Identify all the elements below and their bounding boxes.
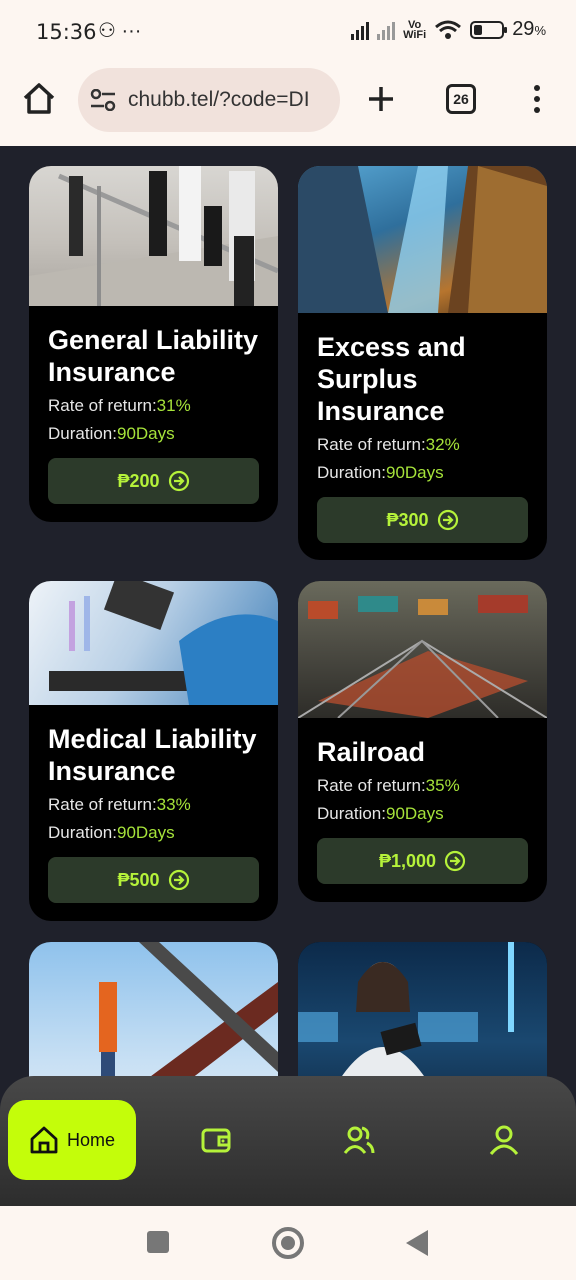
status-right: Vo WiFi 29% — [351, 18, 546, 41]
duration-value: 90Days — [385, 463, 444, 482]
card-body: Railroad Rate of return:35% Duration:90D… — [298, 718, 547, 884]
rate-value: 33% — [156, 795, 191, 814]
product-title: Railroad — [317, 737, 426, 767]
duration-label: Duration: — [48, 424, 117, 443]
back-icon[interactable] — [406, 1230, 428, 1256]
signal-icon — [351, 20, 370, 40]
product-card: Medical Liability Insurance Rate of retu… — [29, 581, 278, 921]
rate-of-return: Rate of return:33% — [48, 795, 259, 815]
team-icon[interactable] — [343, 1124, 375, 1156]
product-image-microscope — [29, 581, 278, 705]
invest-button[interactable]: ₱200 — [48, 458, 259, 504]
rate-value: 35% — [425, 776, 460, 795]
duration: Duration:90Days — [317, 463, 528, 483]
card-body: Excess and Surplus Insurance Rate of ret… — [298, 313, 547, 543]
product-title: Excess and Surplus Insurance — [317, 332, 466, 426]
rate-of-return: Rate of return:35% — [317, 776, 528, 796]
bottom-navigation: Home — [0, 1076, 576, 1206]
rate-value: 32% — [425, 435, 460, 454]
product-title: General Liability Insurance — [48, 325, 259, 387]
url-text: chubb.tel/?code=DI — [128, 88, 310, 111]
battery-level: 29% — [512, 18, 546, 41]
product-list: General Liability Insurance Rate of retu… — [0, 146, 576, 1204]
arrow-right-circle-icon — [168, 470, 189, 492]
rate-of-return: Rate of return:32% — [317, 435, 528, 455]
product-image-skyscrapers — [298, 166, 547, 313]
rate-value: 31% — [156, 396, 191, 415]
card-body: Medical Liability Insurance Rate of retu… — [29, 705, 278, 903]
system-navigation — [0, 1206, 576, 1280]
rate-label: Rate of return: — [317, 435, 426, 454]
duration-value: 90Days — [116, 823, 175, 842]
duration-value: 90Days — [385, 804, 444, 823]
arrow-right-circle-icon — [168, 869, 189, 891]
duration-label: Duration: — [48, 823, 117, 842]
vowifi-bottom: WiFi — [403, 28, 427, 41]
invest-button[interactable]: ₱500 — [48, 857, 259, 903]
profile-icon[interactable] — [488, 1124, 520, 1156]
product-card: General Liability Insurance Rate of retu… — [29, 166, 278, 522]
status-time: 15:36 — [36, 20, 97, 44]
arrow-right-circle-icon — [444, 850, 466, 872]
vowifi-icon: Vo WiFi — [403, 18, 427, 41]
card-body: General Liability Insurance Rate of retu… — [29, 306, 278, 504]
home-icon — [30, 1126, 58, 1154]
product-image-rail-yard — [298, 581, 547, 718]
battery-unit: % — [534, 23, 546, 38]
notification-icons: ⚇ ··· — [98, 20, 142, 42]
rate-label: Rate of return: — [48, 795, 157, 814]
duration: Duration:90Days — [317, 804, 528, 824]
product-card: Railroad Rate of return:35% Duration:90D… — [298, 581, 547, 902]
battery-icon — [470, 20, 508, 39]
new-tab-icon[interactable] — [366, 84, 396, 114]
duration-label: Duration: — [317, 804, 386, 823]
recents-icon[interactable] — [147, 1231, 169, 1253]
rate-label: Rate of return: — [317, 776, 426, 795]
home-circle-icon[interactable] — [272, 1227, 304, 1259]
arrow-right-circle-icon — [437, 509, 458, 531]
status-bar: 15:36 ⚇ ··· Vo WiFi 29% — [0, 0, 576, 62]
duration: Duration:90Days — [48, 424, 259, 444]
price-label: ₱300 — [386, 509, 429, 530]
rate-of-return: Rate of return:31% — [48, 396, 259, 416]
nav-home-label: Home — [66, 1129, 115, 1150]
invest-button[interactable]: ₱300 — [317, 497, 528, 543]
invest-button[interactable]: ₱1,000 — [317, 838, 528, 884]
rate-label: Rate of return: — [48, 396, 157, 415]
price-label: ₱200 — [117, 470, 160, 491]
browser-toolbar: chubb.tel/?code=DI 26 — [0, 62, 576, 146]
duration: Duration:90Days — [48, 823, 259, 843]
product-card: Excess and Surplus Insurance Rate of ret… — [298, 166, 547, 560]
battery-percent: 29 — [512, 18, 535, 40]
site-settings-icon[interactable] — [90, 89, 116, 111]
more-menu-icon[interactable] — [530, 84, 544, 114]
price-label: ₱1,000 — [378, 850, 437, 871]
duration-label: Duration: — [317, 463, 386, 482]
price-label: ₱500 — [117, 869, 160, 890]
signal-2-icon — [377, 20, 396, 40]
tab-switcher-button[interactable]: 26 — [446, 84, 476, 114]
duration-value: 90Days — [116, 424, 175, 443]
wallet-icon[interactable] — [200, 1124, 232, 1156]
product-image-office-stairs — [29, 166, 278, 306]
vowifi-top: Vo — [408, 18, 422, 31]
product-title: Medical Liability Insurance — [48, 724, 257, 786]
wifi-icon — [435, 20, 462, 39]
home-icon[interactable] — [22, 82, 56, 116]
address-bar[interactable]: chubb.tel/?code=DI — [78, 68, 340, 132]
nav-home-button[interactable]: Home — [8, 1100, 136, 1180]
